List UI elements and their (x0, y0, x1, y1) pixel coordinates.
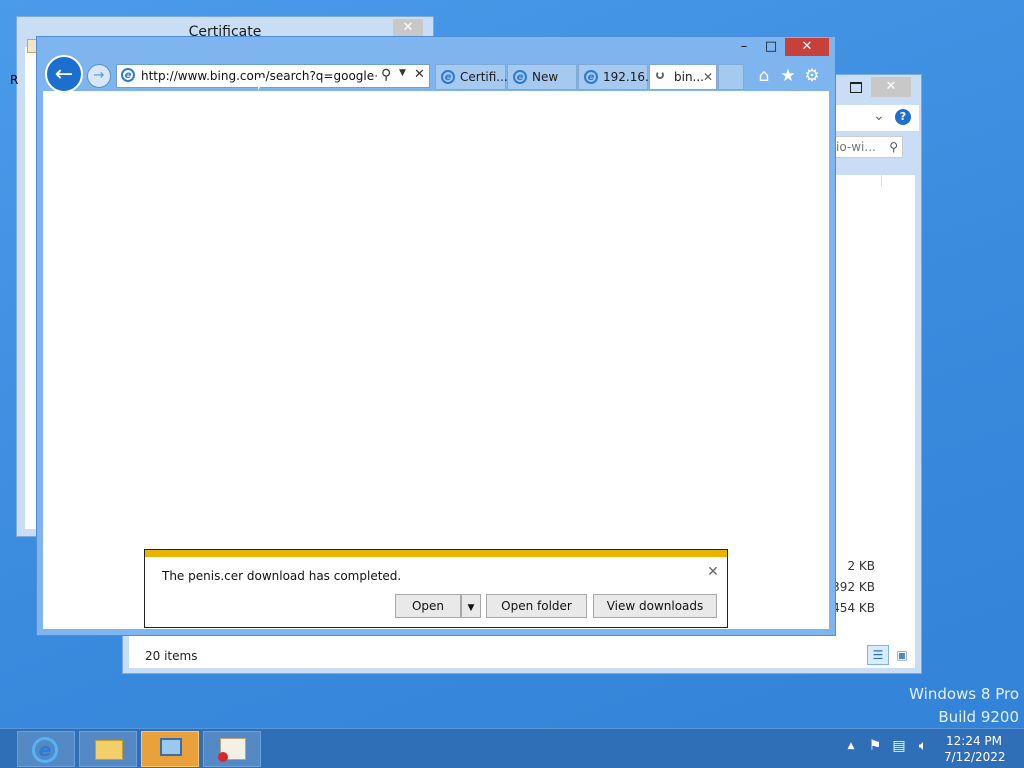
tab-bing[interactable]: bin... ✕ (649, 64, 717, 90)
ie-page-icon: e (121, 68, 135, 82)
taskbar-explorer-button[interactable] (79, 731, 137, 767)
system-clock[interactable]: 12:24 PM 7/12/2022 (944, 733, 1006, 765)
explorer-divider (881, 167, 882, 187)
explorer-maximize-button[interactable] (846, 79, 866, 95)
ie-maximize-button[interactable]: □ (759, 38, 783, 56)
ie-tab-icon: e (584, 70, 598, 84)
os-build-watermark: Build 9200 (938, 708, 1019, 726)
network-icon[interactable]: ▤ (890, 737, 908, 755)
download-bar-accent (145, 550, 727, 557)
mouse-cursor (258, 78, 266, 90)
taskbar: e ▲ ⚑ ▤ 🔈︎ 12:24 PM 7/12/2022 (0, 728, 1024, 768)
new-tab-button[interactable] (718, 64, 744, 90)
forward-button[interactable]: → (87, 64, 111, 88)
search-icon[interactable]: ⚲ (381, 67, 391, 83)
tab-192[interactable]: e 192.16... (578, 64, 656, 90)
dropdown-arrow-icon: ▼ (467, 603, 475, 613)
action-center-flag-icon[interactable]: ⚑ (866, 737, 884, 755)
ie-tab-icon: e (441, 70, 455, 84)
taskbar-network-setup-button[interactable] (141, 731, 199, 767)
ie-minimize-button[interactable]: – (729, 38, 759, 56)
large-icons-view-button[interactable]: ▣ (893, 646, 911, 664)
explorer-ribbon-strip: ⌄ ? (823, 105, 919, 131)
ie-window[interactable]: – □ ✕ ← → e http://www.bing.com/search?q… (36, 36, 836, 636)
tab-label: bin... (674, 70, 704, 84)
download-message: The penis.cer download has completed. (162, 569, 402, 583)
stop-icon[interactable]: ✕ (414, 67, 425, 82)
tab-label: Certifi... (460, 70, 508, 84)
taskbar-ie-button[interactable]: e (17, 731, 75, 767)
help-icon[interactable]: ? (895, 109, 911, 125)
back-arrow-icon: ← (54, 62, 74, 87)
tab-new-tab[interactable]: e New T... (507, 64, 577, 108)
folder-icon (95, 740, 123, 760)
open-button[interactable]: Open (395, 594, 461, 618)
explorer-search-input[interactable]: io-wi... ⚲ (831, 136, 903, 158)
dropdown-arrow-icon[interactable]: ▼ (399, 68, 406, 78)
clock-time: 12:24 PM (946, 734, 1002, 748)
computer-icon (160, 738, 182, 756)
download-notification-bar: The penis.cer download has completed. ✕ … (144, 549, 728, 628)
ie-close-button[interactable]: ✕ (785, 38, 829, 56)
home-icon[interactable]: ⌂ (753, 65, 775, 87)
internet-explorer-icon: e (32, 737, 58, 763)
explorer-close-button[interactable]: ✕ (871, 77, 911, 97)
taskbar-certificate-button[interactable] (203, 731, 261, 767)
tab-certificate[interactable]: e Certifi... (435, 64, 508, 90)
chevron-down-icon[interactable]: ⌄ (873, 108, 885, 124)
explorer-search-text: io-wi... (836, 140, 876, 154)
address-bar[interactable]: e http://www.bing.com/search?q=google+ch… (116, 64, 430, 88)
back-button[interactable]: ← (45, 55, 83, 93)
explorer-status-item-count: 20 items (145, 649, 198, 663)
view-downloads-button[interactable]: View downloads (593, 594, 717, 618)
details-view-button[interactable]: ☰ (867, 645, 889, 665)
download-close-button[interactable]: ✕ (705, 564, 721, 580)
gear-icon[interactable]: ⚙ (801, 65, 823, 87)
os-edition-watermark: Windows 8 Pro (909, 685, 1019, 703)
certificate-edge-letter: R (10, 73, 19, 87)
forward-arrow-icon: → (93, 68, 105, 83)
search-icon[interactable]: ⚲ (889, 137, 898, 157)
open-folder-button[interactable]: Open folder (486, 594, 587, 618)
favorites-star-icon[interactable]: ★ (777, 65, 799, 87)
error-badge-icon (218, 752, 228, 762)
open-dropdown-button[interactable]: ▼ (461, 594, 481, 618)
tab-close-icon[interactable]: ✕ (703, 65, 713, 89)
show-hidden-icons-button[interactable]: ▲ (842, 737, 860, 755)
clock-date: 7/12/2022 (944, 750, 1006, 764)
certificate-close-button[interactable]: ✕ (393, 19, 423, 37)
ie-tab-icon: e (513, 70, 527, 84)
loading-icon (656, 71, 664, 79)
volume-muted-icon[interactable]: 🔈︎ (914, 737, 932, 755)
